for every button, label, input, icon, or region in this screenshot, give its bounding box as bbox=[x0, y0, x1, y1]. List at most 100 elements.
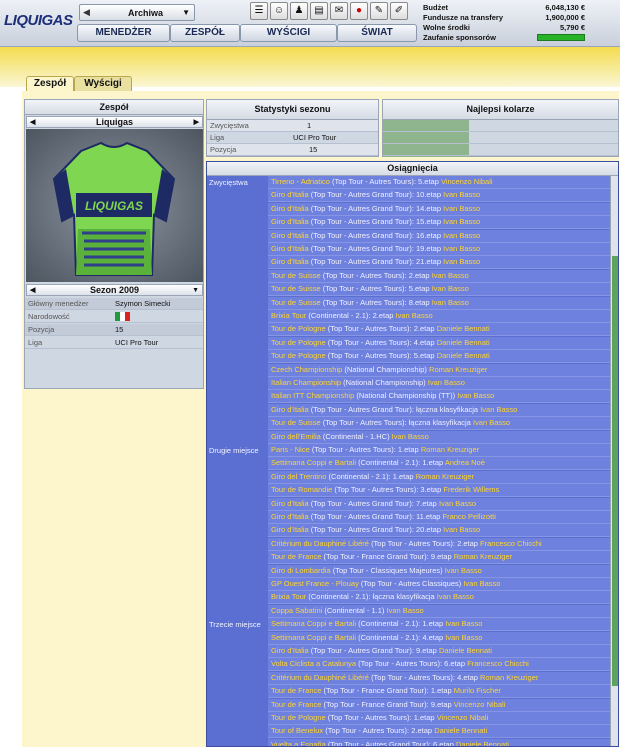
race-link[interactable]: Giro d'Italia bbox=[271, 257, 309, 266]
calendar-icon[interactable]: ☰ bbox=[250, 2, 268, 20]
rider-link[interactable]: Vincenzo Nibali bbox=[454, 700, 506, 709]
rider-link[interactable]: Daniele Bennati bbox=[437, 338, 490, 347]
rider-link[interactable]: Ivan Basso bbox=[439, 499, 476, 508]
race-link[interactable]: Giro d'Italia bbox=[271, 405, 309, 414]
achievement-row[interactable]: Italian ITT Championship (National Champ… bbox=[268, 390, 610, 404]
race-link[interactable]: Italian ITT Championship bbox=[271, 391, 354, 400]
scrollbar-thumb[interactable] bbox=[612, 256, 618, 686]
rider-link[interactable]: Ivan Basso bbox=[428, 378, 465, 387]
rider-link[interactable]: Ivan Basso bbox=[480, 405, 517, 414]
rider-link[interactable]: Francesco Chicchi bbox=[467, 659, 529, 668]
rider-link[interactable]: Vincenzo Nibali bbox=[441, 177, 493, 186]
nav-manager[interactable]: MENEDŻER bbox=[77, 24, 170, 42]
rider-link[interactable]: Ivan Basso bbox=[443, 204, 480, 213]
achievement-row[interactable]: Settimana Coppi e Bartali (Continental -… bbox=[268, 457, 610, 471]
rider-link[interactable]: Ivan Basso bbox=[443, 257, 480, 266]
rider-link[interactable]: Ivan Basso bbox=[432, 284, 469, 293]
rider-link[interactable]: Roman Kreuziger bbox=[429, 365, 487, 374]
rider-link[interactable]: Ivan Basso bbox=[443, 231, 480, 240]
achievement-row[interactable]: Brixia Tour (Continental - 2.1): 2.etap … bbox=[268, 310, 610, 323]
race-link[interactable]: Tour de France bbox=[271, 686, 321, 695]
rider-link[interactable]: Frederik Willems bbox=[443, 485, 499, 494]
achievement-row[interactable]: Giro d'Italia (Top Tour - Autres Grand T… bbox=[268, 497, 610, 511]
team-select[interactable]: ◀ Liquigas ▶ bbox=[26, 116, 203, 128]
rider-link[interactable]: Ivan Basso bbox=[463, 579, 500, 588]
race-link[interactable]: Giro d'Italia bbox=[271, 190, 309, 199]
rider-link[interactable]: Daniele Bennati bbox=[456, 740, 509, 746]
achievement-row[interactable]: Tour de Pologne (Top Tour - Autres Tours… bbox=[268, 350, 610, 364]
race-link[interactable]: Tour de Pologne bbox=[271, 713, 326, 722]
race-link[interactable]: Giro d'Italia bbox=[271, 646, 309, 655]
scrollbar[interactable] bbox=[610, 176, 618, 746]
achievement-row[interactable]: Tirreno - Adriatico (Top Tour - Autres T… bbox=[268, 176, 610, 189]
rider-link[interactable]: Ivan Basso bbox=[445, 619, 482, 628]
edit-icon[interactable]: ✐ bbox=[390, 2, 408, 20]
achievement-row[interactable]: Tour de Suisse (Top Tour - Autres Tours)… bbox=[268, 283, 610, 297]
rider-link[interactable]: Roman Kreuziger bbox=[416, 472, 474, 481]
race-link[interactable]: Giro del Trentino bbox=[271, 472, 326, 481]
rider-link[interactable]: Ivan Basso bbox=[473, 418, 510, 427]
race-link[interactable]: Tour de Pologne bbox=[271, 324, 326, 333]
race-link[interactable]: Giro d'Italia bbox=[271, 499, 309, 508]
achievement-row[interactable]: Giro d'Italia (Top Tour - Autres Grand T… bbox=[268, 511, 610, 524]
notes-icon[interactable]: ✎ bbox=[370, 2, 388, 20]
achievement-row[interactable]: Brixia Tour (Continental - 2.1): łączna … bbox=[268, 591, 610, 605]
race-link[interactable]: Tour de Pologne bbox=[271, 351, 326, 360]
achievement-row[interactable]: Giro dell'Emilia (Continental - 1.HC) Iv… bbox=[268, 430, 610, 444]
achievement-row[interactable]: Giro d'Italia (Top Tour - Autres Grand T… bbox=[268, 216, 610, 230]
achievement-row[interactable]: Giro d'Italia (Top Tour - Autres Grand T… bbox=[268, 403, 610, 417]
rider-link[interactable]: Roman Kreuziger bbox=[454, 552, 512, 561]
achievement-row[interactable]: Coppa Sabatini (Continental - 1.1) Ivan … bbox=[268, 604, 610, 618]
rider-link[interactable]: Ivan Basso bbox=[443, 244, 480, 253]
achievement-row[interactable]: Settimana Coppi e Bartali (Continental -… bbox=[268, 631, 610, 645]
achievement-row[interactable]: Giro d'Italia (Top Tour - Autres Grand T… bbox=[268, 229, 610, 243]
nav-team[interactable]: ZESPÓŁ bbox=[170, 24, 240, 42]
achievement-row[interactable]: Giro di Lombardia (Top Tour - Classiques… bbox=[268, 564, 610, 578]
rider-link[interactable]: Ivan Basso bbox=[396, 311, 433, 320]
achievement-row[interactable]: Tour de Suisse (Top Tour - Autres Tours)… bbox=[268, 417, 610, 431]
race-link[interactable]: Tour de Romandie bbox=[271, 485, 332, 494]
race-link[interactable]: Vuelta a España bbox=[271, 740, 326, 746]
rider-link[interactable]: Andrea Noè bbox=[445, 458, 485, 467]
achievement-row[interactable]: Vuelta a España (Top Tour - Autres Grand… bbox=[268, 738, 610, 746]
achievement-row[interactable]: Giro d'Italia (Top Tour - Autres Grand T… bbox=[268, 645, 610, 658]
archive-select[interactable]: ◀ Archiwa ▼ bbox=[79, 4, 195, 21]
next-icon[interactable]: ▶ bbox=[194, 117, 199, 128]
prev-arrow-icon[interactable]: ◀ bbox=[83, 7, 90, 18]
race-link[interactable]: Tour de Suisse bbox=[271, 298, 321, 307]
race-link[interactable]: Tour de France bbox=[271, 552, 321, 561]
achievement-row[interactable]: Critérium du Dauphiné Libéré (Top Tour -… bbox=[268, 671, 610, 685]
rider-link[interactable]: Ivan Basso bbox=[443, 525, 480, 534]
season-select[interactable]: ◀ Sezon 2009 ▼ bbox=[26, 284, 203, 296]
achievement-row[interactable]: Tour de Pologne (Top Tour - Autres Tours… bbox=[268, 712, 610, 725]
documents-icon[interactable]: ▤ bbox=[310, 2, 328, 20]
rider-link[interactable]: Ivan Basso bbox=[443, 217, 480, 226]
race-link[interactable]: Tour de Suisse bbox=[271, 284, 321, 293]
rider-link[interactable]: Francesco Chicchi bbox=[480, 539, 542, 548]
messages-icon[interactable]: ✉ bbox=[330, 2, 348, 20]
race-link[interactable]: Giro d'Italia bbox=[271, 217, 309, 226]
achievement-row[interactable]: Czech Championship (National Championshi… bbox=[268, 363, 610, 377]
achievement-row[interactable]: Tour de France (Top Tour - France Grand … bbox=[268, 551, 610, 565]
rider-link[interactable]: Roman Kreuziger bbox=[421, 445, 479, 454]
achievement-row[interactable]: Giro d'Italia (Top Tour - Autres Grand T… bbox=[268, 189, 610, 203]
rider-link[interactable]: Murilo Fischer bbox=[454, 686, 501, 695]
race-link[interactable]: Critérium du Dauphiné Libéré bbox=[271, 673, 369, 682]
rider-link[interactable]: Daniele Bennati bbox=[437, 351, 490, 360]
rider-link[interactable]: Ivan Basso bbox=[445, 633, 482, 642]
rider-link[interactable]: Ivan Basso bbox=[432, 298, 469, 307]
race-link[interactable]: Coppa Sabatini bbox=[271, 606, 322, 615]
rider-link[interactable]: Ivan Basso bbox=[437, 592, 474, 601]
achievement-row[interactable]: Paris - Nice (Top Tour - Autres Tours): … bbox=[268, 444, 610, 457]
race-link[interactable]: Giro d'Italia bbox=[271, 204, 309, 213]
race-link[interactable]: Giro dell'Emilia bbox=[271, 432, 321, 441]
rider-link[interactable]: Ivan Basso bbox=[392, 432, 429, 441]
achievement-row[interactable]: Tour de Suisse (Top Tour - Autres Tours)… bbox=[268, 269, 610, 283]
achievement-row[interactable]: Giro d'Italia (Top Tour - Autres Grand T… bbox=[268, 524, 610, 538]
achievement-row[interactable]: Tour de Suisse (Top Tour - Autres Tours)… bbox=[268, 296, 610, 310]
race-link[interactable]: Giro d'Italia bbox=[271, 244, 309, 253]
achievement-row[interactable]: Italian Championship (National Champions… bbox=[268, 377, 610, 390]
race-link[interactable]: Giro d'Italia bbox=[271, 512, 309, 521]
achievement-row[interactable]: Tour de Romandie (Top Tour - Autres Tour… bbox=[268, 484, 610, 498]
achievement-row[interactable]: Settimana Coppi e Bartali (Continental -… bbox=[268, 618, 610, 632]
